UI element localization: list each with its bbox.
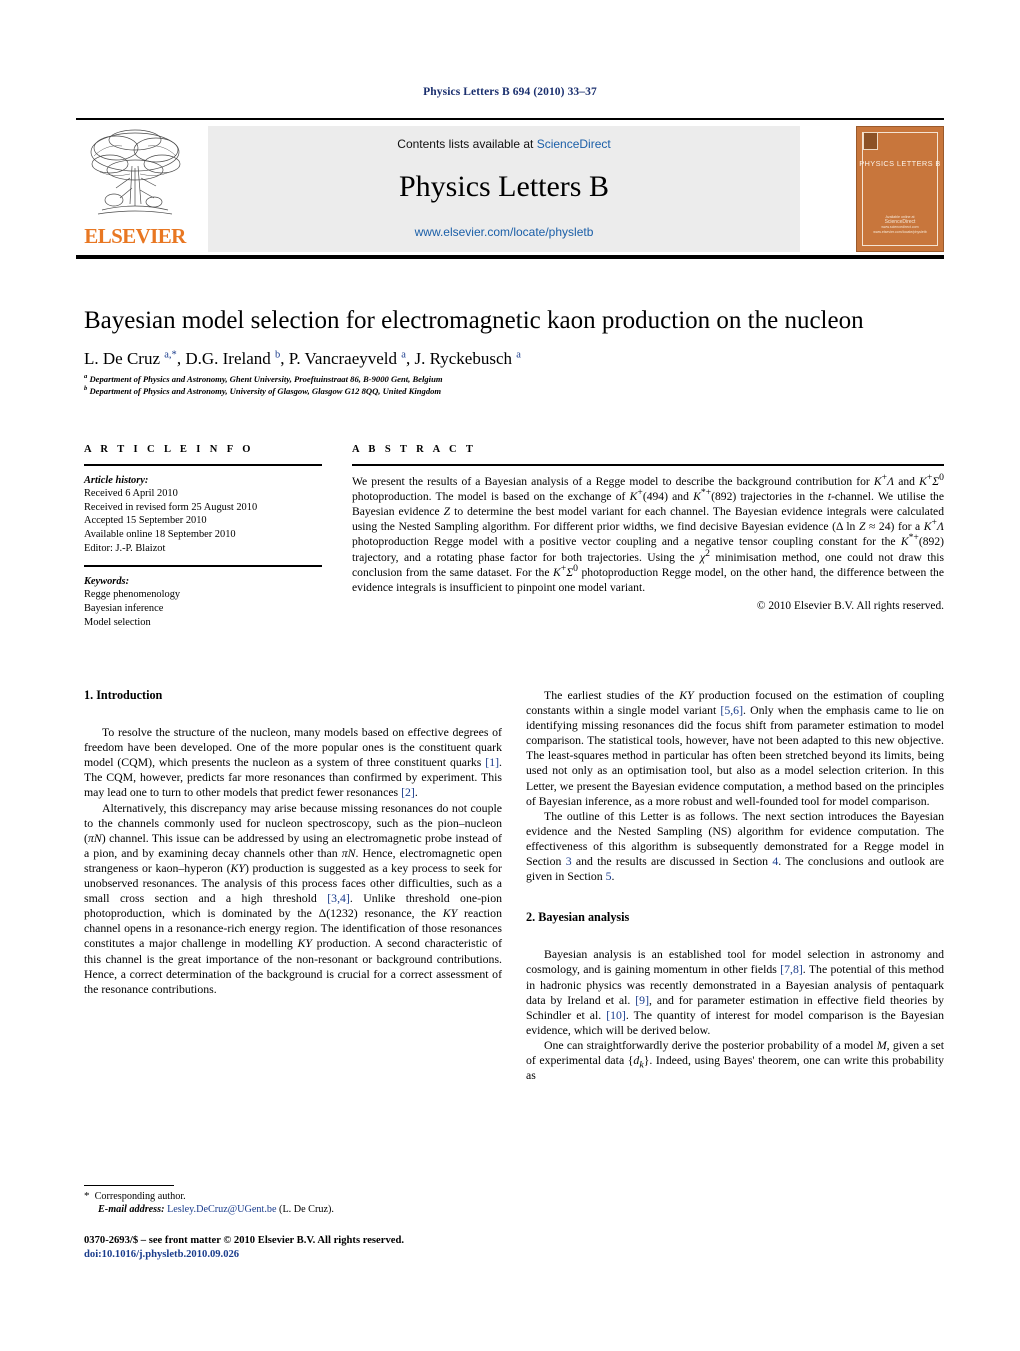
keyword-item: Regge phenomenology [84,589,181,601]
keywords-block: Keywords: Regge phenomenology Bayesian i… [84,575,322,629]
cover-emblem-icon [863,132,878,150]
journal-masthead: ELSEVIER Contents lists available at Sci… [76,118,944,254]
history-item: Received 6 April 2010 [84,488,178,500]
paragraph: One can straightforwardly derive the pos… [526,1037,944,1083]
paragraph: Alternatively, this discrepancy may aris… [84,800,503,996]
corresponding-author-note: * Corresponding author. [84,1190,504,1203]
paragraph: To resolve the structure of the nucleon,… [84,725,502,800]
masthead-bottom-rule [76,255,944,259]
keywords-label: Keywords: [84,575,130,587]
body-column-right: The earliest studies of the KY productio… [526,688,944,1083]
paragraph: The earliest studies of the KY productio… [526,688,944,808]
history-item: Available online 18 September 2010 [84,528,236,540]
contents-available-line: Contents lists available at ScienceDirec… [208,137,800,151]
abstract-copyright: © 2010 Elsevier B.V. All rights reserved… [756,600,944,613]
paragraph: Bayesian analysis is an established tool… [526,947,944,1037]
imprint-block: 0370-2693/$ – see front matter © 2010 El… [84,1234,564,1262]
imprint-line: 0370-2693/$ – see front matter © 2010 El… [84,1235,404,1246]
article-history-label: Article history: [84,474,149,486]
email-owner: (L. De Cruz). [279,1204,334,1216]
asterisk-icon: * [84,1190,90,1202]
history-item: Received in revised form 25 August 2010 [84,501,258,513]
abstract-rule [352,464,944,466]
abstract-text: We present the results of a Bayesian ana… [352,471,944,595]
history-item: Accepted 15 September 2010 [84,515,207,527]
affiliation-b: b Department of Physics and Astronomy, U… [84,384,442,396]
cover-footer: Available online at ScienceDirect www.sc… [857,215,943,235]
article-info-column: A R T I C L E I N F O Article history: R… [84,444,322,629]
abstract-column: A B S T R A C T We present the results o… [352,444,944,612]
masthead-center-band: Contents lists available at ScienceDirec… [208,126,800,252]
affiliations: a Department of Physics and Astronomy, G… [84,373,944,397]
keywords-rule [84,565,322,567]
affiliation-a-text: Department of Physics and Astronomy, Ghe… [89,374,443,384]
corresponding-author-text: Corresponding author. [94,1191,186,1202]
article-history-block: Article history: Received 6 April 2010 R… [84,474,322,556]
footnote-rule [84,1185,174,1187]
email-note: E-mail address: Lesley.DeCruz@UGent.be (… [84,1203,504,1216]
sciencedirect-link[interactable]: ScienceDirect [537,137,611,151]
keyword-item: Bayesian inference [84,602,164,614]
journal-cover-thumbnail[interactable]: PHYSICS LETTERS B Available online at Sc… [856,126,944,252]
paragraph: The outline of this Letter is as follows… [526,808,944,884]
doi-link[interactable]: doi:10.1016/j.physletb.2010.09.026 [84,1248,564,1262]
affiliation-a: a Department of Physics and Astronomy, G… [84,373,443,384]
article-first-page: Physics Letters B 694 (2010) 33–37 ELSEV… [0,0,1020,1351]
section-heading-bayesian-analysis: 2. Bayesian analysis [526,910,630,925]
abstract-heading: A B S T R A C T [352,444,477,455]
article-info-rule [84,464,322,466]
masthead-top-rule [76,118,944,120]
author-list: L. De Cruz a,*, D.G. Ireland b, P. Vancr… [84,349,521,368]
cover-title: PHYSICS LETTERS B [859,159,941,168]
section-heading-introduction: 1. Introduction [84,688,163,702]
elsevier-tree-icon [90,129,181,215]
elsevier-logo: ELSEVIER [76,124,194,252]
article-info-heading: A R T I C L E I N F O [84,444,254,455]
affiliation-b-text: Department of Physics and Astronomy, Uni… [89,385,442,396]
elsevier-wordmark: ELSEVIER [84,224,186,248]
history-item: Editor: J.-P. Blaizot [84,542,166,554]
body-column-left: 1. Introduction To resolve the structure… [84,688,502,997]
journal-title: Physics Letters B [399,170,609,203]
article-title: Bayesian model selection for electromagn… [84,307,864,334]
footnote-block: * Corresponding author. E-mail address: … [84,1190,504,1217]
email-label: E-mail address: [98,1204,165,1216]
running-head: Physics Letters B 694 (2010) 33–37 [423,86,597,98]
keyword-item: Model selection [84,616,151,628]
email-link[interactable]: Lesley.DeCruz@UGent.be [167,1204,276,1215]
contents-prefix: Contents lists available at [397,137,537,151]
journal-url-link[interactable]: www.elsevier.com/locate/physletb [208,225,800,239]
cover-foot-line4: www.elsevier.com/locate/physletb [873,230,927,234]
